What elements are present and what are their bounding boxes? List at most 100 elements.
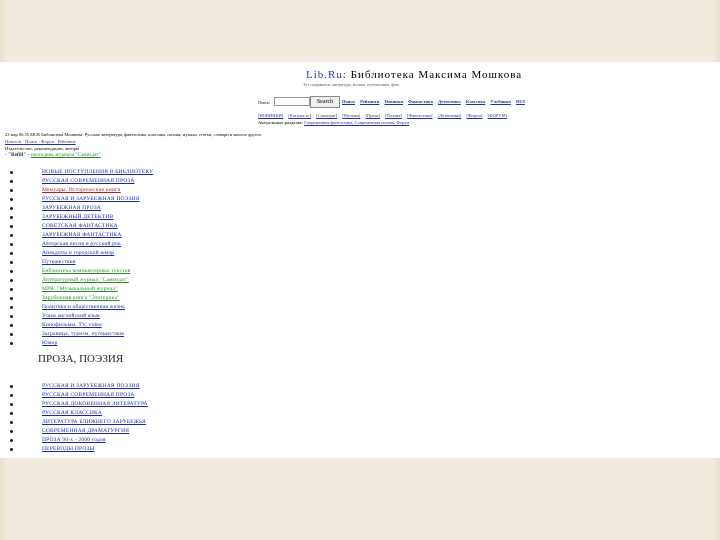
category-link[interactable]: Мемуары. Исторические книги <box>42 186 121 195</box>
category-link[interactable]: СОВЕТСКАЯ ФАНТАСТИКА <box>42 222 118 231</box>
category-link[interactable]: РУССКАЯ И ЗАРУБЕЖНАЯ ПОЭЗИЯ <box>42 382 140 391</box>
category-link[interactable]: Учим английский язык <box>42 312 100 321</box>
featured-sections: Актуальные разделы: Современная фантасти… <box>258 120 409 125</box>
library-title: Библиотека Максима Мошкова <box>350 69 523 81</box>
category-list-prose: РУССКАЯ И ЗАРУБЕЖНАЯ ПОЭЗИЯ РУССКАЯ СОВРЕ… <box>10 382 148 454</box>
bullet-icon <box>10 342 13 345</box>
search-input[interactable] <box>274 97 310 106</box>
top-link[interactable]: Поиск <box>342 99 355 104</box>
category-item: СОВЕТСКАЯ ФАНТАСТИКА <box>10 222 153 231</box>
category-item: Юмор <box>10 339 153 348</box>
category-item: ЗАРУБЕЖНЫЙ ДЕТЕКТИВ <box>10 213 153 222</box>
category-item: НОВЫЕ ПОСТУПЛЕНИЯ В БИБЛИОТЕКУ <box>10 168 153 177</box>
nav-link[interactable]: [Поэзия] <box>385 113 402 118</box>
top-link[interactable]: Учебники <box>490 99 510 104</box>
nav-link[interactable]: [Фантастика] <box>407 113 432 118</box>
category-item: РУССКАЯ И ЗАРУБЕЖНАЯ ПОЭЗИЯ <box>10 195 153 204</box>
category-item: СОВРЕМЕННАЯ ДРАМАТУРГИЯ <box>10 427 148 436</box>
bullet-icon <box>10 412 13 415</box>
site-logo[interactable]: Lib.Ru: <box>306 69 347 81</box>
category-item: ЗАРУБЕЖНАЯ ПРОЗА <box>10 204 153 213</box>
category-item: ПЕРЕВОДЫ ПРОЗЫ <box>10 445 148 454</box>
nav-link[interactable]: [Форум] <box>466 113 482 118</box>
featured-prefix: Актуальные разделы: <box>258 120 303 125</box>
category-link[interactable]: Путешествия <box>42 258 76 267</box>
refill-link[interactable]: ежегодник журнала "Самиздат" <box>31 153 101 158</box>
top-link[interactable]: Рейтинги <box>360 99 379 104</box>
bullet-icon <box>10 394 13 397</box>
category-link[interactable]: НОВЫЕ ПОСТУПЛЕНИЯ В БИБЛИОТЕКУ <box>42 168 153 177</box>
category-link[interactable]: Анекдоты и городской юмор <box>42 249 114 258</box>
category-item: РУССКАЯ СОВРЕМЕННАЯ ПРОЗА <box>10 391 148 400</box>
category-link[interactable]: ЗАРУБЕЖНЫЙ ДЕТЕКТИВ <box>42 213 113 222</box>
site-subtitle: Тут содержится: литература, музыка, путе… <box>303 82 400 87</box>
category-item: ЗАРУБЕЖНАЯ ФАНТАСТИКА <box>10 231 153 240</box>
category-link[interactable]: Библиотека компьютерных текстов <box>42 267 130 276</box>
category-item: РУССКАЯ СОВРЕМЕННАЯ ПРОЗА <box>10 177 153 186</box>
featured-link[interactable]: Современная фантастика, Современная поэз… <box>304 120 409 125</box>
bullet-icon <box>10 403 13 406</box>
category-link[interactable]: Литературный журнал "Самиздат" <box>42 276 129 285</box>
nav-link[interactable]: [Музыка] <box>342 113 360 118</box>
bullet-icon <box>10 324 13 327</box>
category-list-top: НОВЫЕ ПОСТУПЛЕНИЯ В БИБЛИОТЕКУ РУССКАЯ СО… <box>10 168 153 348</box>
category-link[interactable]: СОВРЕМЕННАЯ ДРАМАТУРГИЯ <box>42 427 129 436</box>
top-link[interactable]: Классика <box>466 99 485 104</box>
news-links[interactable]: Новости · Поиск · Форум · Рейтинги <box>5 139 76 144</box>
bullet-icon <box>10 234 13 237</box>
bullet-icon <box>10 306 13 309</box>
category-item: Анекдоты и городской юмор <box>10 249 153 258</box>
bullet-icon <box>10 171 13 174</box>
nav-link[interactable]: [НОВИНКИ] <box>258 113 283 118</box>
bullet-icon <box>10 216 13 219</box>
bullet-icon <box>10 315 13 318</box>
bullet-icon <box>10 225 13 228</box>
category-item: Заграница, туризм, путешествия <box>10 330 153 339</box>
nav-link[interactable]: [Самиздат] <box>316 113 337 118</box>
category-link[interactable]: РУССКАЯ КЛАССИКА <box>42 409 102 418</box>
category-link[interactable]: Заграница, туризм, путешествия <box>42 330 124 339</box>
category-link[interactable]: РУССКАЯ ДОКОВЕННАЯ ЛИТЕРАТУРА <box>42 400 148 409</box>
top-link[interactable]: RUS <box>516 99 525 104</box>
nav-link[interactable]: [ФОРУМ] <box>488 113 507 118</box>
bullet-icon <box>10 430 13 433</box>
category-link[interactable]: Юмор <box>42 339 57 348</box>
bullet-icon <box>10 198 13 201</box>
refill-prefix: - "Refill" - <box>5 153 31 158</box>
category-link[interactable]: Авторская песня и русский рок <box>42 240 121 249</box>
category-link[interactable]: ПРОЗА 90-х - 2000 годов <box>42 436 106 445</box>
category-item: Библиотека компьютерных текстов <box>10 267 153 276</box>
search-button[interactable]: Search <box>310 96 340 108</box>
bullet-icon <box>10 207 13 210</box>
category-item: РУССКАЯ И ЗАРУБЕЖНАЯ ПОЭЗИЯ <box>10 382 148 391</box>
top-link[interactable]: Новинки <box>385 99 403 104</box>
category-link[interactable]: ЗАРУБЕЖНАЯ ФАНТАСТИКА <box>42 231 122 240</box>
category-link[interactable]: ЗАРУБЕЖНАЯ ПРОЗА <box>42 204 101 213</box>
nav-link[interactable]: [Проза] <box>366 113 381 118</box>
category-item: Зарубежная книга "Эзотерика" <box>10 294 153 303</box>
refill-line: - "Refill" - ежегодник журнала "Самиздат… <box>5 153 101 158</box>
site-title: Lib.Ru: Библиотека Максима Мошкова <box>306 69 522 81</box>
category-link[interactable]: ЛИТЕРАТУРА БЛИЖНЕГО ЗАРУБЕЖЬЯ <box>42 418 146 427</box>
nav-link[interactable]: [Каталог.ru] <box>288 113 311 118</box>
category-item: Кинофильмы, TV, video <box>10 321 153 330</box>
news-line: 23 мар 06.55 МСК Библиотека Мошкова: Рус… <box>5 132 262 137</box>
category-link[interactable]: МРЯ: "Музыкальный журнал" <box>42 285 118 294</box>
category-link[interactable]: РУССКАЯ СОВРЕМЕННАЯ ПРОЗА <box>42 391 135 400</box>
bullet-icon <box>10 180 13 183</box>
section-heading: ПРОЗА, ПОЭЗИЯ <box>38 353 124 365</box>
category-item: ЛИТЕРАТУРА БЛИЖНЕГО ЗАРУБЕЖЬЯ <box>10 418 148 427</box>
category-link[interactable]: РУССКАЯ СОВРЕМЕННАЯ ПРОЗА <box>42 177 135 186</box>
nav-link[interactable]: [Детективы] <box>438 113 462 118</box>
category-link[interactable]: РУССКАЯ И ЗАРУБЕЖНАЯ ПОЭЗИЯ <box>42 195 140 204</box>
top-link[interactable]: Фантастика <box>408 99 433 104</box>
top-link[interactable]: Детективы <box>438 99 461 104</box>
category-link[interactable]: ПЕРЕВОДЫ ПРОЗЫ <box>42 445 94 454</box>
category-item: Учим английский язык <box>10 312 153 321</box>
category-link[interactable]: Политика и общественная жизнь <box>42 303 125 312</box>
bullet-icon <box>10 333 13 336</box>
category-link[interactable]: Кинофильмы, TV, video <box>42 321 102 330</box>
top-links: Поиск Рейтинги Новинки Фантастика Детект… <box>342 99 529 104</box>
browser-page: Lib.Ru: Библиотека Максима Мошкова Тут с… <box>0 62 720 458</box>
category-link[interactable]: Зарубежная книга "Эзотерика" <box>42 294 120 303</box>
